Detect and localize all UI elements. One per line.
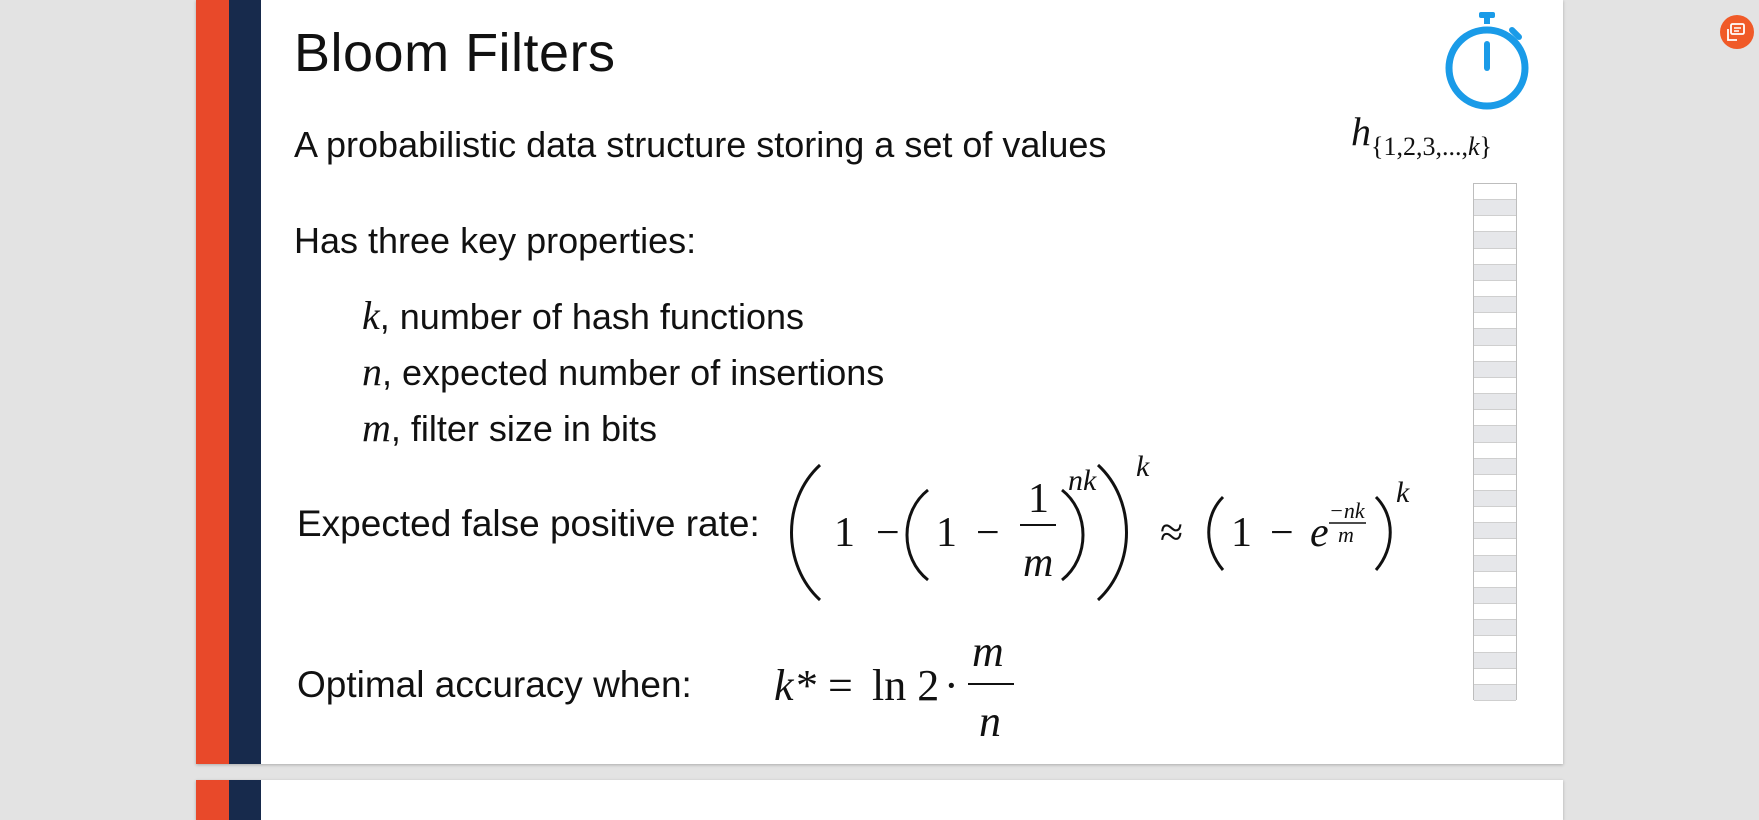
svg-text:−nk: −nk <box>1329 498 1366 523</box>
bit-cell <box>1474 280 1516 298</box>
hash-functions-label: h{1,2,3,...,k} <box>1351 109 1493 161</box>
bit-cell <box>1474 394 1516 411</box>
property-item: n, expected number of insertions <box>362 349 885 394</box>
svg-text:nk: nk <box>1068 464 1097 497</box>
svg-text:1: 1 <box>936 510 957 556</box>
svg-text:ln 2: ln 2 <box>872 661 939 710</box>
bit-cell <box>1474 684 1516 701</box>
bit-cell <box>1474 313 1516 330</box>
accent-bar-orange <box>196 0 229 764</box>
property-item: m, filter size in bits <box>362 405 657 450</box>
svg-text:1: 1 <box>1231 510 1252 556</box>
bit-cell <box>1474 329 1516 346</box>
stopwatch-icon <box>1445 12 1529 110</box>
bit-cell <box>1474 216 1516 233</box>
accent-bar-navy <box>229 0 261 764</box>
false-positive-rate-label: Expected false positive rate: <box>297 503 760 544</box>
svg-text:k: k <box>1396 476 1410 509</box>
bit-cell <box>1474 248 1516 265</box>
property-item: k, number of hash functions <box>362 293 805 338</box>
svg-text:n: n <box>979 697 1001 746</box>
bit-cell <box>1474 620 1516 637</box>
svg-text:m: m <box>972 627 1004 676</box>
bit-cell <box>1474 264 1516 281</box>
svg-text:*: * <box>796 661 818 710</box>
svg-text:−: − <box>876 510 900 556</box>
properties-heading: Has three key properties: <box>294 220 697 261</box>
bit-cell <box>1474 361 1516 378</box>
false-positive-rate-formula: 1 − 1 − 1 m nk k ≈ 1 − e −nk m k <box>790 450 1410 602</box>
svg-text:=: = <box>828 661 853 710</box>
svg-text:k: k <box>774 661 795 710</box>
bit-cell <box>1474 345 1516 362</box>
svg-text:m: m <box>1338 522 1354 547</box>
svg-text:k: k <box>1136 450 1150 483</box>
bit-cell <box>1474 668 1516 685</box>
bit-cell <box>1474 297 1516 314</box>
svg-text:−: − <box>976 510 1000 556</box>
svg-text:e: e <box>1310 510 1329 556</box>
svg-text:·: · <box>944 661 959 710</box>
bit-cell <box>1474 636 1516 653</box>
svg-text:1: 1 <box>834 510 855 556</box>
slide-title: Bloom Filters <box>294 23 616 83</box>
optimal-accuracy-label: Optimal accuracy when: <box>297 664 692 705</box>
svg-text:1: 1 <box>1028 476 1049 522</box>
slide: Bloom Filters A probabilistic data struc… <box>196 0 1563 764</box>
bit-cell <box>1474 652 1516 669</box>
accent-bar-navy <box>229 780 261 820</box>
svg-text:m: m <box>1023 540 1053 586</box>
slide-subtitle: A probabilistic data structure storing a… <box>294 124 1107 165</box>
bit-cell <box>1474 232 1516 249</box>
svg-text:−: − <box>1270 510 1294 556</box>
bit-cell <box>1474 377 1516 395</box>
next-slide-preview[interactable] <box>196 780 1563 820</box>
accent-bar-orange <box>196 780 229 820</box>
optimal-k-formula: k * = ln 2 · m n <box>774 627 1014 746</box>
svg-text:≈: ≈ <box>1160 510 1183 556</box>
comment-badge-icon[interactable] <box>1720 15 1754 49</box>
bit-cell <box>1474 200 1516 217</box>
bit-cell <box>1474 184 1516 201</box>
bit-cell <box>1474 410 1516 427</box>
